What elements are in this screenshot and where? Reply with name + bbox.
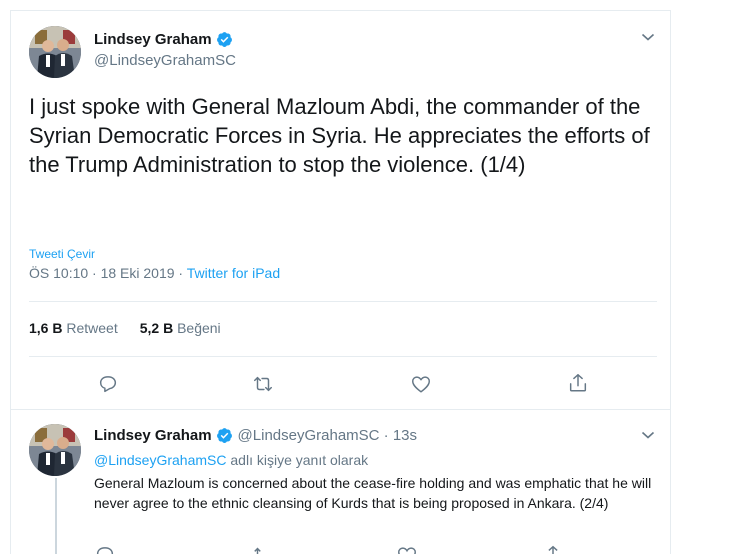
author-handle-row: @LindseyGrahamSC	[94, 52, 236, 69]
timeline-left-border	[10, 10, 11, 554]
reply-author-row: Lindsey Graham @LindseyGrahamSC · 13s	[94, 427, 417, 444]
share-icon[interactable]	[567, 372, 589, 394]
timeline-right-border	[670, 10, 671, 554]
timestamp[interactable]: ÖS 10:10 · 18 Eki 2019 ·	[29, 265, 187, 281]
engagement-stats: 1,6 B Retweet 5,2 B Beğeni	[29, 320, 221, 336]
like-count: 5,2 B	[139, 320, 174, 336]
replying-to: @LindseyGrahamSC adlı kişiye yanıt olara…	[94, 452, 368, 468]
retweet-icon[interactable]	[252, 373, 274, 395]
verified-badge-icon	[216, 31, 233, 48]
reply-actions-cropped	[94, 544, 574, 554]
like-stat[interactable]: 5,2 B Beğeni	[140, 320, 221, 336]
replying-suffix: adlı kişiye yanıt olarak	[226, 452, 369, 468]
verified-badge-icon	[216, 427, 233, 444]
reply-author-handle[interactable]: @LindseyGrahamSC · 13s	[238, 427, 417, 444]
heart-icon[interactable]	[396, 544, 418, 554]
like-label: Beğeni	[177, 320, 221, 336]
tweet-text: I just spoke with General Mazloum Abdi, …	[29, 94, 650, 177]
divider	[29, 356, 657, 357]
tweet-meta: ÖS 10:10 · 18 Eki 2019 · Twitter for iPa…	[29, 265, 280, 281]
divider	[29, 301, 657, 302]
timeline-top-border	[10, 10, 671, 11]
author-name[interactable]: Lindsey Graham	[94, 31, 212, 48]
reply-author-name[interactable]: Lindsey Graham	[94, 427, 212, 444]
reply-icon[interactable]	[97, 373, 119, 395]
chevron-down-icon[interactable]	[641, 430, 655, 440]
tweet-separator	[10, 409, 671, 410]
author-row: Lindsey Graham	[94, 31, 233, 48]
reply-tweet-text: General Mazloum is concerned about the c…	[94, 475, 652, 511]
retweet-label: Retweet	[66, 320, 118, 336]
translate-link[interactable]: Tweeti Çevir	[29, 247, 95, 261]
chevron-down-icon[interactable]	[641, 32, 655, 42]
heart-icon[interactable]	[410, 373, 432, 395]
retweet-stat[interactable]: 1,6 B Retweet	[29, 320, 118, 336]
reply-icon[interactable]	[94, 544, 116, 554]
reply-avatar[interactable]	[29, 424, 81, 476]
replying-mention[interactable]: @LindseyGrahamSC	[94, 452, 227, 468]
avatar[interactable]	[29, 26, 81, 78]
source-link[interactable]: Twitter for iPad	[187, 265, 280, 281]
retweet-count: 1,6 B	[29, 320, 63, 336]
share-icon[interactable]	[542, 544, 564, 554]
thread-connector	[55, 478, 57, 554]
retweet-icon[interactable]	[252, 544, 274, 554]
author-handle[interactable]: @LindseyGrahamSC	[94, 52, 236, 69]
